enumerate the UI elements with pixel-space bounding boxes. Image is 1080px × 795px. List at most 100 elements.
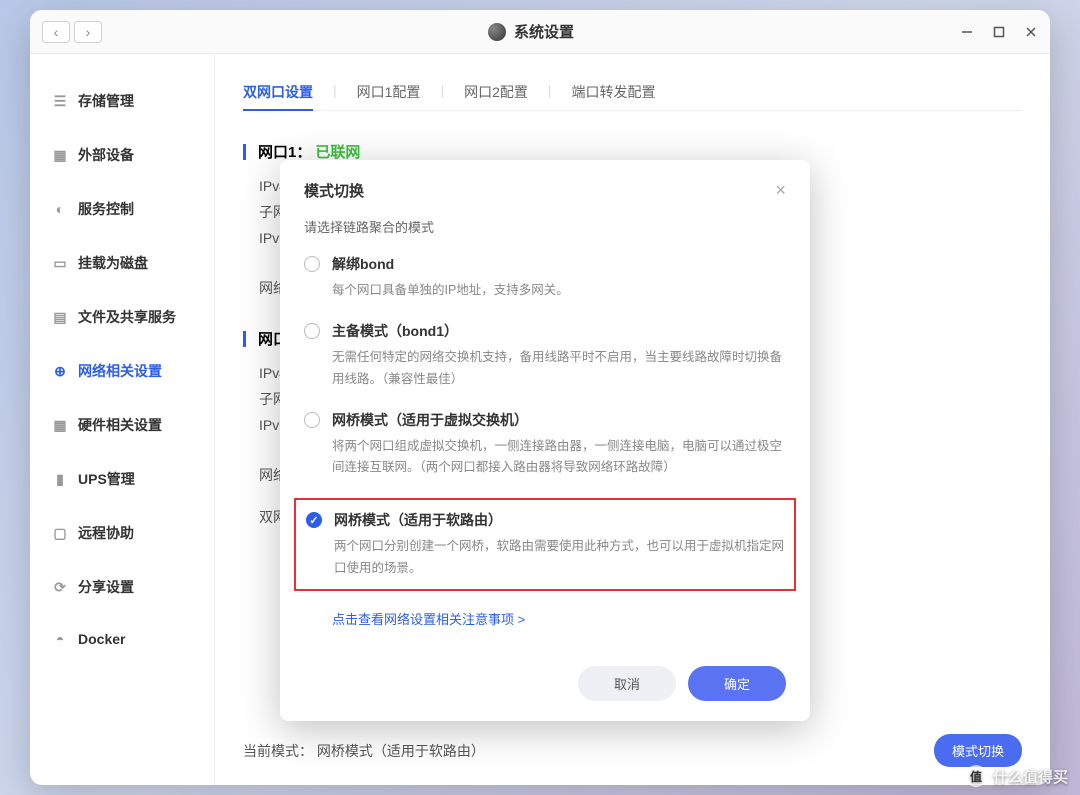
sidebar-item-storage[interactable]: ☰ 存储管理 [30,74,214,128]
mode-switch-button[interactable]: 模式切换 [934,734,1022,767]
radio-desc: 两个网口分别创建一个网桥，软路由需要使用此种方式，也可以用于虚拟机指定网口使用的… [334,536,784,579]
radio-unbind-bond[interactable]: 解绑bond 每个网口具备单独的IP地址，支持多网关。 [304,254,786,301]
modal-help-link[interactable]: 点击查看网络设置相关注意事项 > [332,609,786,628]
watermark-text: 什么值得买 [993,766,1068,787]
window-title-text: 系统设置 [514,21,574,42]
sidebar-item-label: 硬件相关设置 [78,415,162,435]
battery-icon: ▮ [52,472,68,486]
radio-content: 主备模式（bond1） 无需任何特定的网络交换机支持，备用线路平时不启用，当主要… [332,321,786,390]
sidebar-item-label: 分享设置 [78,577,134,597]
radio-title: 网桥模式（适用于虚拟交换机） [332,410,786,430]
tab-label: 网口1配置 [357,84,421,100]
tab-label: 双网口设置 [243,84,313,100]
status-connected: 已联网 [315,141,360,162]
tab-separator: | [440,74,444,110]
radio-desc: 每个网口具备单独的IP地址，支持多网关。 [332,280,786,301]
sidebar-item-label: UPS管理 [78,469,135,489]
radio-icon [304,256,320,272]
mode-switch-modal: 模式切换 × 请选择链路聚合的模式 解绑bond 每个网口具备单独的IP地址，支… [280,160,810,721]
bottom-bar: 当前模式： 网桥模式（适用于软路由） 模式切换 [243,734,1022,767]
highlight-box: 网桥模式（适用于软路由） 两个网口分别创建一个网桥，软路由需要使用此种方式，也可… [294,498,796,591]
section-port1-title: 网口1： 已联网 [243,141,1022,162]
screen-icon: ▢ [52,526,68,540]
close-button[interactable] [1024,25,1038,39]
sidebar-item-hardware[interactable]: ▦硬件相关设置 [30,398,214,452]
sidebar-item-label: Docker [78,631,125,647]
sidebar-item-mount[interactable]: ▭ 挂载为磁盘 [30,236,214,290]
watermark: 值 什么值得买 [965,765,1068,787]
sidebar-item-label: 存储管理 [78,91,134,111]
maximize-button[interactable] [992,25,1006,39]
share-icon: ⟳ [52,580,68,594]
radio-bridge-vswitch[interactable]: 网桥模式（适用于虚拟交换机） 将两个网口组成虚拟交换机，一侧连接路由器，一侧连接… [304,410,786,479]
current-mode: 当前模式： 网桥模式（适用于软路由） [243,741,485,761]
app-icon [488,23,506,41]
radio-bridge-softroute[interactable]: 网桥模式（适用于软路由） 两个网口分别创建一个网桥，软路由需要使用此种方式，也可… [306,510,784,579]
sidebar-item-label: 远程协助 [78,523,134,543]
radio-desc: 将两个网口组成虚拟交换机，一侧连接路由器，一侧连接电脑，电脑可以通过极空间连接互… [332,436,786,479]
radio-icon [304,323,320,339]
modal-header: 模式切换 × [304,180,786,201]
nav-buttons: ‹ › [42,21,102,43]
usb-icon: ▦ [52,148,68,162]
radio-icon-checked [306,512,322,528]
current-mode-label: 当前模式： [243,743,313,759]
tabs: 双网口设置 | 网口1配置 | 网口2配置 | 端口转发配置 [243,74,1022,111]
sidebar-item-share[interactable]: ▤ 文件及共享服务 [30,290,214,344]
radio-title: 主备模式（bond1） [332,321,786,341]
radio-group: 解绑bond 每个网口具备单独的IP地址，支持多网关。 主备模式（bond1） … [304,254,786,591]
modal-close-button[interactable]: × [775,180,786,201]
modal-footer: 取消 确定 [304,666,786,701]
sidebar-item-label: 网络相关设置 [78,361,162,381]
sidebar-item-service[interactable]: ◐ 服务控制 [30,182,214,236]
sidebar-item-label: 外部设备 [78,145,134,165]
nav-back-button[interactable]: ‹ [42,21,70,43]
tab-separator: | [548,74,552,110]
globe-icon: ⊕ [52,364,68,378]
tab-label: 端口转发配置 [572,84,656,100]
sidebar-item-ups[interactable]: ▮ UPS管理 [30,452,214,506]
cancel-button[interactable]: 取消 [578,666,676,701]
ok-button[interactable]: 确定 [688,666,786,701]
folder-icon: ▤ [52,310,68,324]
current-mode-value: 网桥模式（适用于软路由） [317,743,485,759]
radio-title: 网桥模式（适用于软路由） [334,510,784,530]
docker-icon: ◓ [52,632,68,646]
title-bar: ‹ › 系统设置 [30,10,1050,54]
sidebar-item-label: 服务控制 [78,199,134,219]
chevron-left-icon: ‹ [54,24,59,40]
window-controls [960,25,1038,39]
radio-bond1[interactable]: 主备模式（bond1） 无需任何特定的网络交换机支持，备用线路平时不启用，当主要… [304,321,786,390]
sidebar-item-remote[interactable]: ▢ 远程协助 [30,506,214,560]
radio-title: 解绑bond [332,254,786,274]
tab-label: 网口2配置 [464,84,528,100]
tab-dual-port[interactable]: 双网口设置 [243,74,313,110]
sidebar-item-docker[interactable]: ◓ Docker [30,614,214,664]
minimize-button[interactable] [960,25,974,39]
drive-icon: ▭ [52,256,68,270]
tab-port2[interactable]: 网口2配置 [464,74,528,110]
watermark-icon: 值 [965,765,987,787]
chevron-right-icon: › [86,24,91,40]
section-title-text: 网口1： [258,141,311,162]
radio-content: 解绑bond 每个网口具备单独的IP地址，支持多网关。 [332,254,786,301]
sidebar-item-label: 文件及共享服务 [78,307,176,327]
sidebar-item-network[interactable]: ⊕ 网络相关设置 [30,344,214,398]
tab-forward[interactable]: 端口转发配置 [572,74,656,110]
nav-forward-button[interactable]: › [74,21,102,43]
window-title: 系统设置 [488,21,574,42]
modal-subtitle: 请选择链路聚合的模式 [304,217,786,236]
sidebar-item-external[interactable]: ▦ 外部设备 [30,128,214,182]
disk-icon: ☰ [52,94,68,108]
radio-content: 网桥模式（适用于虚拟交换机） 将两个网口组成虚拟交换机，一侧连接路由器，一侧连接… [332,410,786,479]
radio-content: 网桥模式（适用于软路由） 两个网口分别创建一个网桥，软路由需要使用此种方式，也可… [334,510,784,579]
tab-port1[interactable]: 网口1配置 [357,74,421,110]
radio-desc: 无需任何特定的网络交换机支持，备用线路平时不启用，当主要线路故障时切换备用线路。… [332,347,786,390]
toggle-icon: ◐ [52,202,68,216]
modal-title: 模式切换 [304,180,364,201]
sidebar-item-sharing[interactable]: ⟳ 分享设置 [30,560,214,614]
close-icon: × [775,180,786,200]
radio-icon [304,412,320,428]
tab-separator: | [333,74,337,110]
sidebar-item-label: 挂载为磁盘 [78,253,148,273]
